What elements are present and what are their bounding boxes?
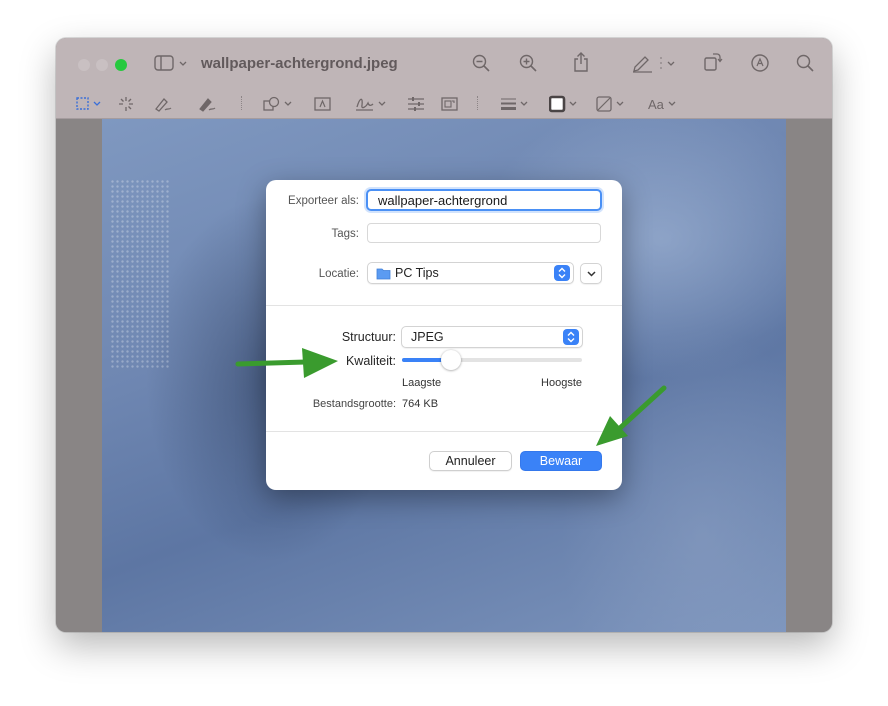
- markup-circle-icon[interactable]: [750, 53, 770, 73]
- format-value: JPEG: [411, 330, 444, 344]
- window-title: wallpaper-achtergrond.jpeg: [201, 55, 398, 72]
- location-label: Locatie:: [318, 268, 359, 280]
- markup-toolbar: Aa: [56, 88, 832, 119]
- line-style-icon[interactable]: [500, 96, 532, 112]
- cancel-button[interactable]: Annuleer: [429, 451, 512, 471]
- search-icon[interactable]: [796, 54, 814, 72]
- tags-field[interactable]: [367, 223, 601, 243]
- rotate-icon[interactable]: [703, 52, 723, 72]
- format-popup[interactable]: JPEG: [401, 326, 583, 348]
- quality-max-label: Hoogste: [541, 377, 582, 389]
- dot-pattern: [110, 179, 170, 369]
- toolbar-divider: [241, 96, 243, 110]
- share-icon[interactable]: [573, 52, 589, 72]
- separator: [266, 305, 622, 306]
- export-as-label: Exporteer als:: [288, 195, 359, 207]
- zoom-in-icon[interactable]: [519, 54, 537, 72]
- filesize-value: 764 KB: [402, 398, 439, 410]
- filesize-label: Bestandsgrootte:: [312, 398, 396, 410]
- draw-icon[interactable]: [198, 96, 216, 112]
- selection-tool-icon[interactable]: [76, 97, 106, 111]
- toolbar-divider: [477, 96, 479, 110]
- border-color-icon[interactable]: [549, 95, 581, 113]
- close-button[interactable]: [78, 59, 90, 71]
- quality-slider-knob[interactable]: [440, 350, 461, 370]
- zoom-button[interactable]: [115, 59, 127, 71]
- sign-icon[interactable]: [355, 95, 389, 113]
- updown-chevron-icon: [554, 265, 570, 281]
- adjust-size-icon[interactable]: [441, 96, 459, 112]
- shapes-icon[interactable]: [263, 96, 295, 112]
- location-popup[interactable]: PC Tips: [367, 262, 574, 284]
- tags-label: Tags:: [331, 228, 360, 240]
- instant-alpha-icon[interactable]: [118, 96, 134, 112]
- updown-chevron-icon: [563, 329, 579, 345]
- quality-min-label: Laagste: [402, 377, 442, 389]
- minimize-button[interactable]: [96, 59, 108, 71]
- save-button[interactable]: Bewaar: [520, 451, 602, 471]
- sidebar-toggle-icon[interactable]: [154, 55, 188, 73]
- folder-icon: [376, 267, 391, 283]
- chevron-down-icon: [585, 268, 598, 283]
- zoom-out-icon[interactable]: [472, 54, 490, 72]
- export-dialog: Exporteer als: wallpaper-achtergrond Tag…: [266, 180, 622, 490]
- export-as-field[interactable]: wallpaper-achtergrond: [366, 189, 602, 211]
- text-style-icon[interactable]: Aa: [647, 96, 681, 112]
- export-as-value: wallpaper-achtergrond: [378, 193, 508, 208]
- svg-text:Aa: Aa: [648, 97, 665, 112]
- quality-label: Kwaliteit:: [345, 354, 396, 368]
- markup-pen-icon[interactable]: [632, 53, 680, 73]
- adjust-color-icon[interactable]: [407, 96, 425, 112]
- quality-slider-track[interactable]: [402, 350, 582, 370]
- format-label: Structuur:: [341, 330, 396, 344]
- annotation-arrow-down-left: [596, 385, 667, 446]
- title-bar: wallpaper-achtergrond.jpeg: [56, 38, 832, 88]
- sketch-icon[interactable]: [154, 96, 172, 112]
- annotation-arrow-right: [235, 348, 338, 378]
- expand-button[interactable]: [580, 263, 602, 284]
- fill-color-icon[interactable]: [596, 95, 628, 113]
- text-box-icon[interactable]: [314, 96, 332, 112]
- location-value: PC Tips: [395, 266, 439, 280]
- separator: [266, 431, 622, 432]
